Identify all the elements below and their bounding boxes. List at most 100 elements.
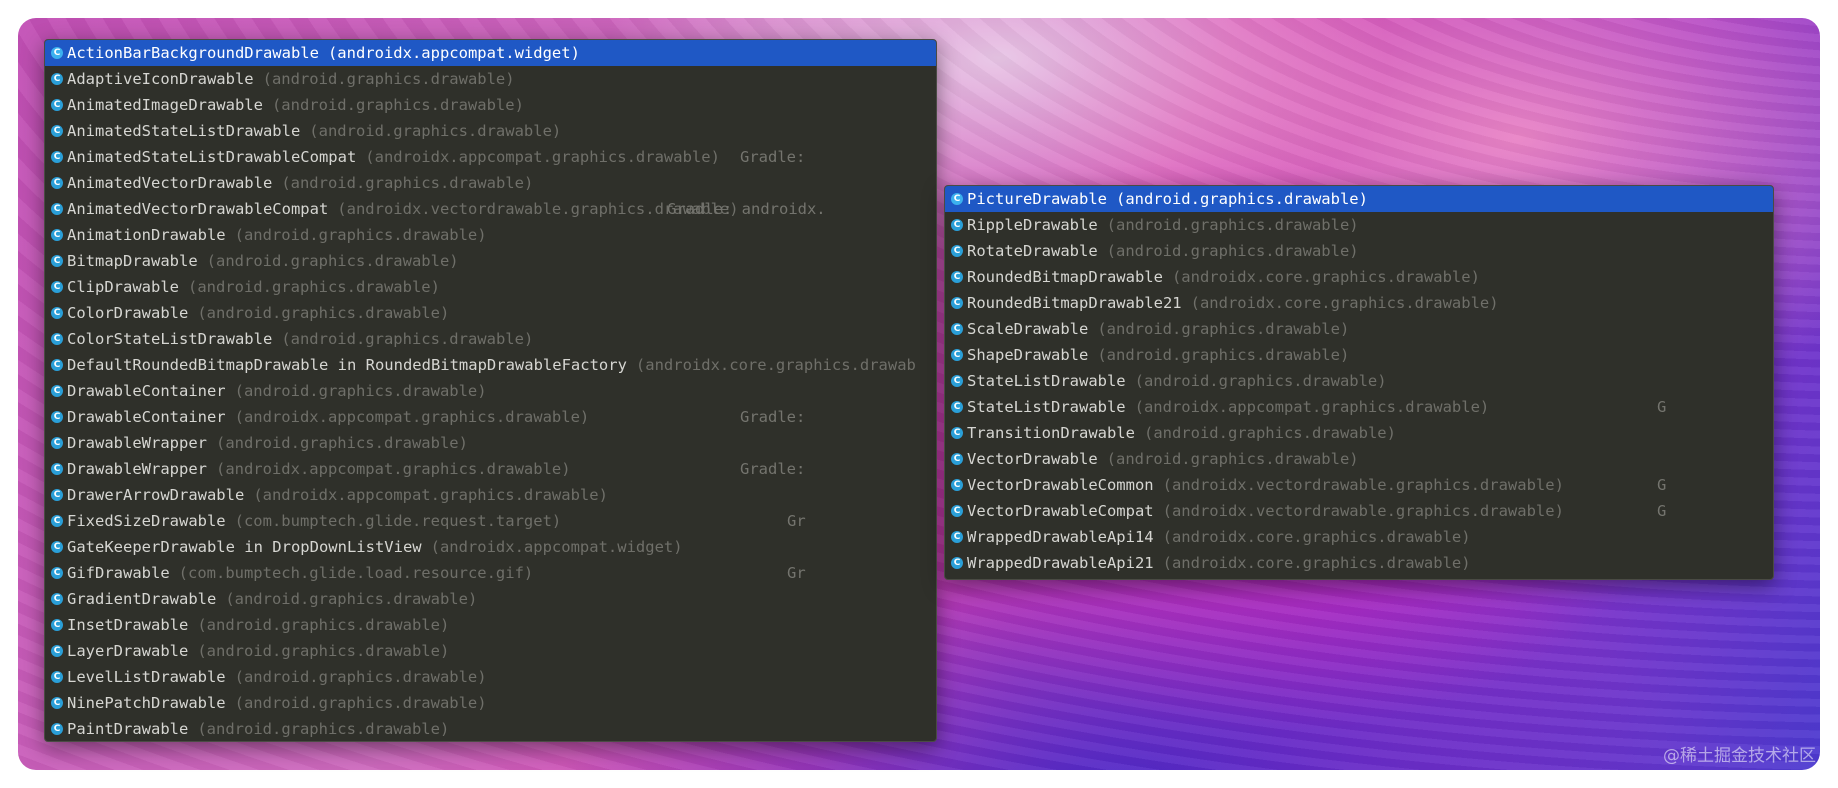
class-icon: C	[51, 307, 63, 319]
class-icon: C	[51, 619, 63, 631]
class-icon: C	[951, 245, 963, 257]
completion-popup-left[interactable]: C ActionBarBackgroundDrawable (androidx.ap…	[44, 39, 937, 742]
class-icon: C	[51, 463, 63, 475]
completion-item-package: (androidx.core.graphics.drawab	[635, 356, 916, 374]
completion-item-package: (android.graphics.drawable)	[1106, 216, 1359, 234]
completion-item[interactable]: C AnimationDrawable (android.graphics.draw…	[45, 222, 936, 248]
class-icon: C	[51, 177, 63, 189]
completion-item[interactable]: C VectorDrawableCompat (androidx.vectordra…	[945, 498, 1773, 524]
completion-item-package: (android.graphics.drawable)	[281, 174, 534, 192]
completion-item[interactable]: C GradientDrawable (android.graphics.drawa…	[45, 586, 936, 612]
completion-item[interactable]: C StateListDrawable (android.graphics.draw…	[945, 368, 1773, 394]
completion-item[interactable]: C FixedSizeDrawable (com.bumptech.glide.re…	[45, 508, 936, 534]
completion-item[interactable]: C DrawerArrowDrawable (androidx.appcompat.…	[45, 482, 936, 508]
completion-popup-right[interactable]: C PictureDrawable (android.graphics.drawab…	[944, 185, 1774, 580]
completion-item-name: WrappedDrawableApi14	[967, 528, 1154, 546]
completion-item-name: GradientDrawable	[67, 590, 217, 608]
completion-item-name: AnimatedImageDrawable	[67, 96, 263, 114]
completion-item-package: (android.graphics.drawable)	[309, 122, 562, 140]
completion-item-package: (android.graphics.drawable)	[271, 96, 524, 114]
completion-item-package: (android.graphics.drawable)	[187, 278, 440, 296]
completion-item-package: (android.graphics.drawable)	[1097, 320, 1350, 338]
class-icon: C	[51, 411, 63, 423]
completion-item[interactable]: C DrawableContainer (android.graphics.draw…	[45, 378, 936, 404]
completion-item[interactable]: C NinePatchDrawable (android.graphics.draw…	[45, 690, 936, 716]
completion-item[interactable]: C LevelListDrawable (android.graphics.draw…	[45, 664, 936, 690]
completion-item-package: (com.bumptech.glide.request.target)	[234, 512, 562, 530]
completion-item-package: (com.bumptech.glide.load.resource.gif)	[178, 564, 534, 582]
class-icon: C	[951, 323, 963, 335]
completion-item[interactable]: C InsetDrawable (android.graphics.drawable…	[45, 612, 936, 638]
completion-item[interactable]: C BitmapDrawable (android.graphics.drawabl…	[45, 248, 936, 274]
class-icon: C	[51, 567, 63, 579]
completion-item-name: InsetDrawable	[67, 616, 189, 634]
completion-item[interactable]: C VectorDrawableCommon (androidx.vectordra…	[945, 472, 1773, 498]
completion-item[interactable]: C AdaptiveIconDrawable (android.graphics.d…	[45, 66, 936, 92]
completion-item-name: LevelListDrawable	[67, 668, 226, 686]
completion-item-package: (android.graphics.drawable)	[234, 226, 487, 244]
completion-item-package: (android.graphics.drawable)	[262, 70, 515, 88]
completion-item-name: ColorDrawable	[67, 304, 189, 322]
completion-item[interactable]: C AnimatedVectorDrawable (android.graphics…	[45, 170, 936, 196]
completion-item[interactable]: C StateListDrawable (androidx.appcompat.gr…	[945, 394, 1773, 420]
completion-item-package: (android.graphics.drawable)	[234, 668, 487, 686]
completion-item-name: VectorDrawableCommon	[967, 476, 1154, 494]
class-icon: C	[51, 645, 63, 657]
completion-list: C ActionBarBackgroundDrawable (androidx.ap…	[45, 40, 936, 741]
completion-item[interactable]: C GateKeeperDrawable in DropDownListView (…	[45, 534, 936, 560]
completion-item[interactable]: C AnimatedImageDrawable (android.graphics.…	[45, 92, 936, 118]
completion-item[interactable]: C GifDrawable (com.bumptech.glide.load.res…	[45, 560, 936, 586]
class-icon: C	[51, 255, 63, 267]
class-icon: C	[951, 297, 963, 309]
completion-item[interactable]: C ActionBarBackgroundDrawable (androidx.ap…	[45, 40, 936, 66]
completion-item-name: RotateDrawable	[967, 242, 1098, 260]
completion-item[interactable]: C ClipDrawable (android.graphics.drawable)	[45, 274, 936, 300]
completion-item[interactable]: C RoundedBitmapDrawable (androidx.core.gra…	[945, 264, 1773, 290]
completion-item[interactable]: C AnimatedStateListDrawableCompat (android…	[45, 144, 936, 170]
completion-item-package: (android.graphics.drawable)	[234, 382, 487, 400]
completion-item[interactable]: C ColorStateListDrawable (android.graphics…	[45, 326, 936, 352]
completion-item[interactable]: C LayerDrawable (android.graphics.drawable…	[45, 638, 936, 664]
completion-item[interactable]: C RotateDrawable (android.graphics.drawabl…	[945, 238, 1773, 264]
completion-item[interactable]: C VectorDrawable (android.graphics.drawabl…	[945, 446, 1773, 472]
completion-item[interactable]: C ScaleDrawable (android.graphics.drawable…	[945, 316, 1773, 342]
completion-item-package: (androidx.appcompat.widget)	[327, 44, 580, 62]
completion-item[interactable]: C DrawableWrapper (android.graphics.drawab…	[45, 430, 936, 456]
completion-item-package: (android.graphics.drawable)	[1134, 372, 1387, 390]
class-icon: C	[51, 593, 63, 605]
completion-item[interactable]: C PaintDrawable (android.graphics.drawable…	[45, 716, 936, 741]
completion-item-package: (androidx.core.graphics.drawable)	[1162, 528, 1471, 546]
completion-item[interactable]: C TransitionDrawable (android.graphics.dra…	[945, 420, 1773, 446]
completion-item[interactable]: C ColorDrawable (android.graphics.drawable…	[45, 300, 936, 326]
completion-item[interactable]: C RippleDrawable (android.graphics.drawabl…	[945, 212, 1773, 238]
completion-item[interactable]: C WrappedDrawableApi14 (androidx.core.grap…	[945, 524, 1773, 550]
completion-item[interactable]: C PictureDrawable (android.graphics.drawab…	[945, 186, 1773, 212]
completion-item[interactable]: C AnimatedStateListDrawable (android.graph…	[45, 118, 936, 144]
watermark: @稀土掘金技术社区	[1663, 746, 1816, 766]
class-icon: C	[51, 203, 63, 215]
class-icon: C	[51, 47, 63, 59]
completion-item[interactable]: C WrappedDrawableApi21 (androidx.core.grap…	[945, 550, 1773, 576]
completion-item[interactable]: C DrawableContainer (androidx.appcompat.gr…	[45, 404, 936, 430]
class-icon: C	[51, 359, 63, 371]
completion-item-name: PaintDrawable	[67, 720, 189, 738]
completion-item-package: (android.graphics.drawable)	[215, 434, 468, 452]
completion-item[interactable]: C DrawableWrapper (androidx.appcompat.grap…	[45, 456, 936, 482]
completion-item[interactable]: C RoundedBitmapDrawable21 (androidx.core.g…	[945, 290, 1773, 316]
class-icon: C	[51, 385, 63, 397]
completion-item-name: AnimatedVectorDrawable	[67, 174, 273, 192]
completion-item-package: (android.graphics.drawable)	[281, 330, 534, 348]
completion-item-source: Gradle:	[740, 408, 806, 426]
completion-item-name: GifDrawable	[67, 564, 170, 582]
completion-list: C PictureDrawable (android.graphics.drawab…	[945, 186, 1773, 576]
completion-item[interactable]: C DefaultRoundedBitmapDrawable in Rounded…	[45, 352, 936, 378]
completion-item-package: (android.graphics.drawable)	[197, 642, 450, 660]
completion-item-package: (androidx.vectordrawable.graphics.drawab…	[1162, 502, 1564, 520]
completion-item[interactable]: C ShapeDrawable (android.graphics.drawable…	[945, 342, 1773, 368]
class-icon: C	[51, 697, 63, 709]
class-icon: C	[951, 427, 963, 439]
completion-item-source: Gr	[787, 564, 806, 582]
completion-item[interactable]: C AnimatedVectorDrawableCompat (androidx.v…	[45, 196, 936, 222]
class-icon: C	[51, 671, 63, 683]
completion-item-package: (android.graphics.drawable)	[197, 616, 450, 634]
